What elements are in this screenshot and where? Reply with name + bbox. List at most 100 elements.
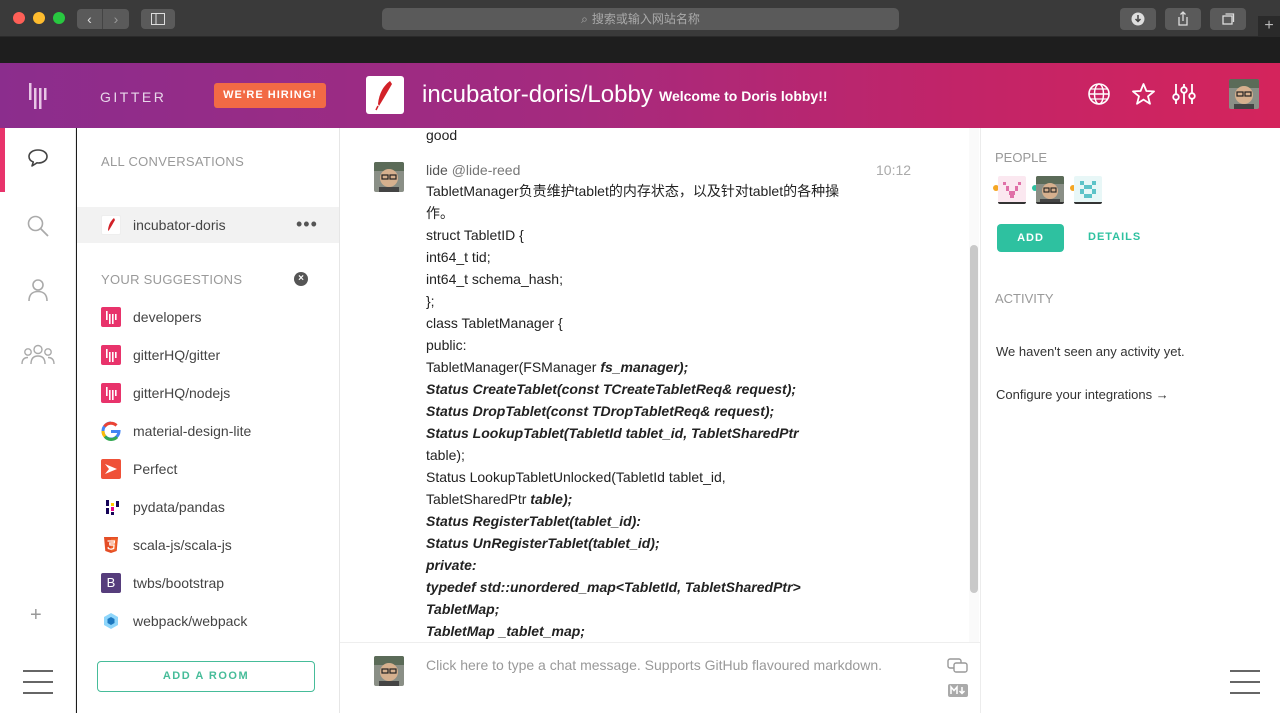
google-icon bbox=[101, 421, 121, 441]
message-line-text: TabletManager(FSManager bbox=[426, 359, 601, 375]
message-line-text: 作。 bbox=[426, 205, 454, 221]
activity-label: ACTIVITY bbox=[995, 291, 1054, 306]
message-line-text: int64_t schema_hash; bbox=[426, 271, 563, 287]
globe-icon[interactable] bbox=[1087, 82, 1111, 111]
tab-bar-strip bbox=[0, 37, 1280, 63]
suggestion-item-pydata-pandas[interactable]: pydata/pandas bbox=[101, 496, 225, 518]
add-community-button[interactable]: + bbox=[30, 604, 42, 627]
suggestion-item-perfect[interactable]: Perfect bbox=[101, 458, 177, 480]
all-conversations-label: ALL CONVERSATIONS bbox=[101, 154, 245, 169]
search-icon: ⌕ bbox=[581, 12, 588, 26]
chat-mode-icon[interactable] bbox=[947, 658, 969, 679]
add-room-button[interactable]: ADD A ROOM bbox=[97, 661, 315, 692]
gitter-brand[interactable]: GITTER bbox=[100, 89, 166, 105]
gitter-logo-icon[interactable] bbox=[29, 83, 47, 114]
message-line-emphasis: Status DropTablet(const TDropTabletReq& … bbox=[426, 403, 775, 419]
message-line: Status CreateTablet(const TCreateTabletR… bbox=[426, 378, 910, 400]
markdown-icon[interactable] bbox=[948, 684, 968, 702]
details-button[interactable]: DETAILS bbox=[1088, 231, 1141, 243]
add-people-button[interactable]: ADD bbox=[997, 224, 1064, 252]
suggestion-label: Perfect bbox=[133, 461, 178, 477]
share-button[interactable] bbox=[1165, 8, 1201, 30]
suggestion-item-twbs-bootstrap[interactable]: B twbs/bootstrap bbox=[101, 572, 224, 594]
message-line: TabletMap; bbox=[426, 598, 910, 620]
forward-button[interactable]: › bbox=[103, 9, 129, 29]
address-bar[interactable]: ⌕ 搜索或输入网站名称 bbox=[382, 8, 899, 30]
chat-scrollbar[interactable] bbox=[970, 245, 978, 593]
message-line-text: TabletManager负责维护tablet的内存状态，以及针对tablet的… bbox=[426, 183, 840, 199]
sidebar-toggle-button[interactable] bbox=[141, 9, 175, 29]
browser-toolbar: ‹ › ⌕ 搜索或输入网站名称 + bbox=[0, 0, 1280, 37]
menu-icon[interactable] bbox=[23, 670, 53, 694]
download-icon bbox=[1131, 12, 1145, 26]
dismiss-suggestions-button[interactable]: × bbox=[294, 272, 308, 286]
message-timestamp[interactable]: 10:12 bbox=[876, 162, 911, 178]
message-line-text: Status LookupTabletUnlocked(TabletId tab… bbox=[426, 469, 726, 485]
message-line: Status UnRegisterTablet(tablet_id); bbox=[426, 532, 910, 554]
message-line-text: struct TabletID { bbox=[426, 227, 524, 243]
message-line-emphasis: Status LookupTablet(TabletId tablet_id, … bbox=[426, 425, 799, 441]
settings-sliders-icon[interactable] bbox=[1171, 82, 1197, 111]
message-line: TabletManager负责维护tablet的内存状态，以及针对tablet的… bbox=[426, 180, 910, 202]
html5-icon bbox=[101, 535, 121, 555]
message-line-emphasis: TabletMap; bbox=[426, 601, 500, 617]
suggestion-label: gitterHQ/gitter bbox=[133, 347, 221, 363]
avatar[interactable] bbox=[998, 176, 1026, 204]
search-icon[interactable] bbox=[26, 214, 50, 243]
conversation-item-incubator-doris[interactable]: incubator-doris bbox=[101, 214, 226, 236]
back-button[interactable]: ‹ bbox=[77, 9, 103, 29]
new-tab-button[interactable]: + bbox=[1258, 16, 1280, 37]
conversation-label: incubator-doris bbox=[133, 217, 226, 233]
user-avatar[interactable] bbox=[1229, 79, 1259, 109]
community-icon[interactable] bbox=[21, 344, 55, 371]
message-line-emphasis: Status CreateTablet(const TCreateTabletR… bbox=[426, 381, 797, 397]
nav-buttons: ‹ › bbox=[77, 9, 129, 29]
webpack-icon bbox=[101, 611, 121, 631]
suggestion-item-gitterhq-gitter[interactable]: gitterHQ/gitter bbox=[101, 344, 220, 366]
feather-icon bbox=[101, 215, 121, 235]
author-username: @lide-reed bbox=[451, 162, 521, 178]
chat-area: good lide @lide-reed 10:12 TabletManager… bbox=[340, 128, 980, 713]
previous-message-text: good bbox=[426, 128, 458, 143]
downloads-button[interactable] bbox=[1120, 8, 1156, 30]
message-line-text: class TabletManager { bbox=[426, 315, 563, 331]
message-line: TabletSharedPtr table); bbox=[426, 488, 910, 510]
message-line: int64_t tid; bbox=[426, 246, 910, 268]
star-icon[interactable] bbox=[1131, 82, 1156, 111]
suggestion-item-webpack[interactable]: webpack/webpack bbox=[101, 610, 247, 632]
message-line: struct TabletID { bbox=[426, 224, 910, 246]
hiring-badge[interactable]: WE'RE HIRING! bbox=[214, 83, 326, 108]
maximize-window-button[interactable] bbox=[53, 12, 65, 24]
avatar[interactable] bbox=[374, 162, 404, 192]
configure-integrations-link[interactable]: Configure your integrations → bbox=[996, 387, 1169, 402]
avatar[interactable] bbox=[1074, 176, 1102, 204]
message-line: table); bbox=[426, 444, 910, 466]
gitter-icon bbox=[101, 345, 121, 365]
tabs-icon bbox=[1222, 13, 1235, 25]
chat-composer: Click here to type a chat message. Suppo… bbox=[340, 642, 980, 713]
minimize-window-button[interactable] bbox=[33, 12, 45, 24]
suggestion-label: twbs/bootstrap bbox=[133, 575, 225, 591]
room-info-panel: PEOPLE ADD DETAILS ACTIVITY We haven't s… bbox=[980, 128, 1280, 713]
chat-input[interactable]: Click here to type a chat message. Suppo… bbox=[426, 657, 926, 673]
close-window-button[interactable] bbox=[13, 12, 25, 24]
avatar[interactable] bbox=[1036, 176, 1064, 204]
chat-bubble-icon[interactable] bbox=[27, 148, 49, 173]
suggestion-item-developers[interactable]: developers bbox=[101, 306, 202, 328]
message-author[interactable]: lide @lide-reed bbox=[426, 162, 520, 178]
message-line: Status LookupTablet(TabletId tablet_id, … bbox=[426, 422, 910, 444]
room-avatar bbox=[366, 76, 404, 114]
tabs-overview-button[interactable] bbox=[1210, 8, 1246, 30]
menu-icon[interactable] bbox=[1230, 670, 1260, 694]
more-options-icon[interactable]: ••• bbox=[296, 215, 318, 233]
message-line-emphasis: Status UnRegisterTablet(tablet_id); bbox=[426, 535, 660, 551]
gitter-icon bbox=[101, 307, 121, 327]
suggestion-item-scala-js[interactable]: scala-js/scala-js bbox=[101, 534, 232, 556]
message-line: 作。 bbox=[426, 202, 910, 224]
suggestion-item-material-design-lite[interactable]: material-design-lite bbox=[101, 420, 251, 442]
rail-active-indicator bbox=[0, 128, 5, 192]
person-icon[interactable] bbox=[27, 278, 49, 307]
suggestion-label: webpack/webpack bbox=[133, 613, 248, 629]
suggestion-item-gitterhq-nodejs[interactable]: gitterHQ/nodejs bbox=[101, 382, 230, 404]
people-label: PEOPLE bbox=[995, 150, 1048, 165]
